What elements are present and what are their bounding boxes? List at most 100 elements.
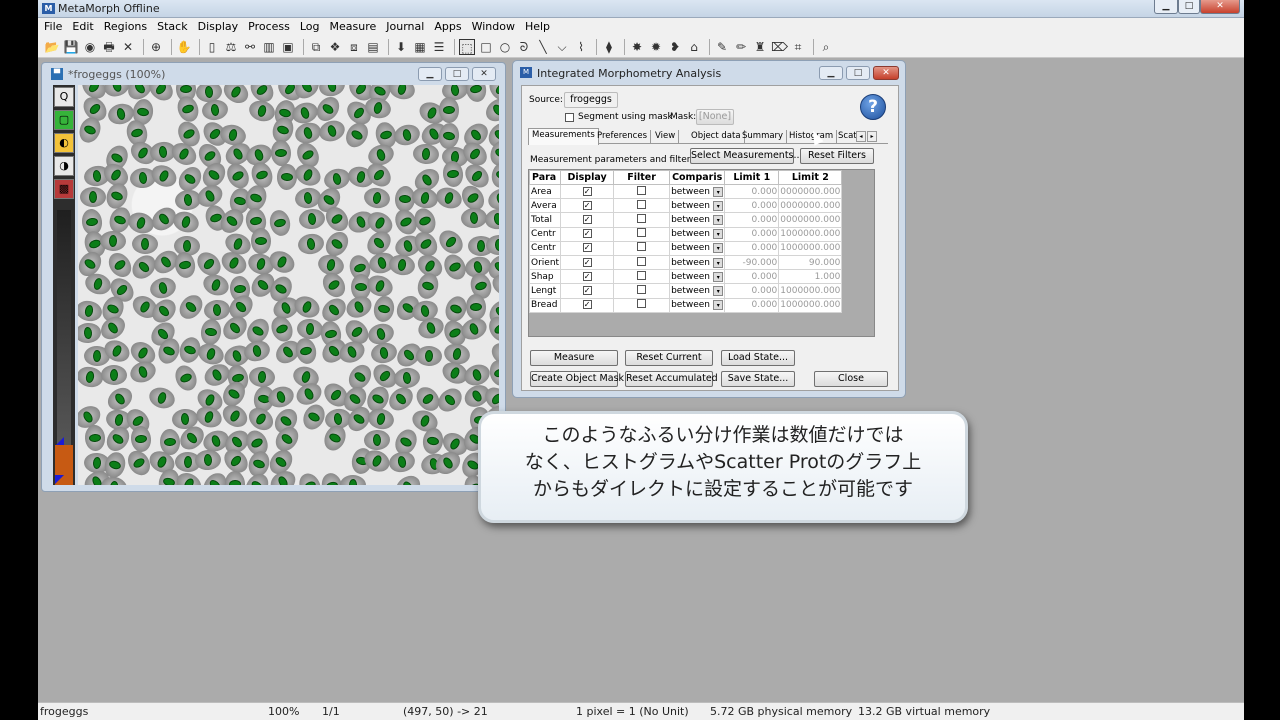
chevron-down-icon[interactable]: ▾ <box>713 300 724 311</box>
display-checkbox[interactable]: ✓ <box>582 214 592 224</box>
display-cell[interactable]: ✓ <box>560 269 615 285</box>
polyline-icon[interactable]: ⌵ <box>554 39 570 55</box>
menu-journal[interactable]: Journal <box>381 18 429 35</box>
dialog-maximize-button[interactable]: □ <box>846 66 870 80</box>
filter-checkbox[interactable] <box>637 228 647 238</box>
select-measurements-button[interactable]: Select Measurements... <box>690 148 803 164</box>
comparison-cell[interactable]: between ▾ <box>669 183 726 200</box>
filter-checkbox[interactable] <box>637 284 647 294</box>
display-icon[interactable]: ▣ <box>280 39 296 55</box>
tab-scroll-right-icon[interactable]: ▸ <box>867 131 877 142</box>
chevron-down-icon[interactable]: ▾ <box>713 243 724 254</box>
zoom-tool-icon[interactable]: Q <box>54 87 74 107</box>
table-row[interactable]: Centr ✓ between ▾ 0.000 1000000.000 <box>528 226 843 242</box>
filter-checkbox[interactable] <box>637 270 647 280</box>
reset-current-button[interactable]: Reset Current <box>625 350 713 366</box>
close-icon[interactable]: ✕ <box>120 39 136 55</box>
tab-measurements[interactable]: Measurements <box>528 128 599 145</box>
comparison-cell[interactable]: between ▾ <box>669 198 726 214</box>
menu-edit[interactable]: Edit <box>67 18 98 35</box>
binoculars-icon[interactable]: ⚯ <box>242 39 258 55</box>
display-checkbox[interactable]: ✓ <box>582 300 592 310</box>
image-maximize-button[interactable]: □ <box>445 67 469 81</box>
limit1-cell[interactable]: 0.000 <box>724 283 780 299</box>
chevron-down-icon[interactable]: ▾ <box>713 200 724 211</box>
limit2-cell[interactable]: 0000000.000 <box>778 183 843 200</box>
limit2-cell[interactable]: 1000000.000 <box>778 240 843 256</box>
minimize-button[interactable]: ▁ <box>1154 0 1178 14</box>
display-checkbox[interactable]: ✓ <box>582 257 592 267</box>
comparison-cell[interactable]: between ▾ <box>669 226 726 242</box>
stack-edit-icon[interactable]: ⌂ <box>686 39 702 55</box>
chevron-down-icon[interactable]: ▾ <box>713 186 724 197</box>
menu-process[interactable]: Process <box>243 18 295 35</box>
display-checkbox[interactable]: ✓ <box>582 271 592 281</box>
menu-window[interactable]: Window <box>467 18 520 35</box>
grid-icon[interactable]: ▤ <box>365 39 381 55</box>
comparison-cell[interactable]: between ▾ <box>669 212 726 228</box>
filter-cell[interactable] <box>613 269 671 285</box>
filter-checkbox[interactable] <box>637 213 647 223</box>
trace-icon[interactable]: ⌇ <box>573 39 589 55</box>
dialog-minimize-button[interactable]: ▁ <box>819 66 843 80</box>
chevron-down-icon[interactable]: ▾ <box>713 214 724 225</box>
filter-checkbox[interactable] <box>637 242 647 252</box>
ellipse-icon[interactable]: ○ <box>497 39 513 55</box>
mask-select[interactable]: [None] <box>696 109 734 125</box>
multi-region-icon[interactable]: ⧈ <box>346 39 362 55</box>
stamp-icon[interactable]: ✹ <box>648 39 664 55</box>
maximize-button[interactable]: □ <box>1178 0 1200 14</box>
menu-measure[interactable]: Measure <box>325 18 382 35</box>
save-icon[interactable]: 💾 <box>63 39 79 55</box>
filter-checkbox[interactable] <box>637 256 647 266</box>
color-wheel-icon[interactable]: ◐ <box>54 133 74 153</box>
overlay-icon[interactable]: ⧫ <box>601 39 617 55</box>
pin-icon[interactable]: ❥ <box>667 39 683 55</box>
limit2-cell[interactable]: 1000000.000 <box>778 283 843 299</box>
segment-mask-checkbox[interactable] <box>565 113 574 122</box>
target-icon[interactable]: ⊕ <box>148 39 164 55</box>
limit1-cell[interactable]: 0.000 <box>724 212 780 228</box>
pencil-icon[interactable]: ✏ <box>733 39 749 55</box>
chevron-down-icon[interactable]: ▾ <box>713 285 724 296</box>
line-icon[interactable]: ╲ <box>535 39 551 55</box>
marker-icon[interactable]: ✸ <box>629 39 645 55</box>
comparison-cell[interactable]: between ▾ <box>669 254 726 271</box>
list-icon[interactable]: ☰ <box>431 39 447 55</box>
help-icon[interactable]: ? <box>860 94 886 120</box>
filter-cell[interactable] <box>613 212 671 228</box>
comparison-cell[interactable]: between ▾ <box>669 297 726 313</box>
limit2-cell[interactable]: 1.000 <box>778 269 843 285</box>
histogram-icon[interactable]: ▥ <box>261 39 277 55</box>
zoom-region-icon[interactable]: ⌕ <box>818 39 834 55</box>
limit1-cell[interactable]: 0.000 <box>724 198 780 214</box>
create-object-mask-button[interactable]: Create Object Mask <box>530 371 624 387</box>
table-row[interactable]: Lengt ✓ between ▾ 0.000 1000000.000 <box>528 283 843 299</box>
display-checkbox[interactable]: ✓ <box>582 285 592 295</box>
display-checkbox[interactable]: ✓ <box>582 186 592 196</box>
limit1-cell[interactable]: -90.000 <box>724 254 780 271</box>
limit1-cell[interactable]: 0.000 <box>724 183 780 200</box>
table-row[interactable]: Total ✓ between ▾ 0.000 0000000.000 <box>528 212 843 228</box>
filter-checkbox[interactable] <box>637 185 647 195</box>
display-cell[interactable]: ✓ <box>560 283 615 299</box>
filter-cell[interactable] <box>613 283 671 299</box>
limit2-cell[interactable]: 0000000.000 <box>778 212 843 228</box>
display-cell[interactable]: ✓ <box>560 212 615 228</box>
eraser-icon[interactable]: ⌦ <box>771 39 788 55</box>
limit2-cell[interactable]: 90.000 <box>778 254 843 271</box>
table-row[interactable]: Area ✓ between ▾ 0.000 0000000.000 <box>528 183 843 200</box>
menu-apps[interactable]: Apps <box>429 18 466 35</box>
color-icon[interactable]: ◉ <box>82 39 98 55</box>
tab-preferences[interactable]: Preferences <box>594 130 651 144</box>
filter-cell[interactable] <box>613 240 671 256</box>
menu-stack[interactable]: Stack <box>152 18 192 35</box>
table-row[interactable]: Avera ✓ between ▾ 0.000 0000000.000 <box>528 198 843 214</box>
filter-cell[interactable] <box>613 297 671 313</box>
menu-file[interactable]: File <box>38 18 67 35</box>
tab-view[interactable]: View <box>652 130 680 144</box>
display-checkbox[interactable]: ✓ <box>582 229 592 239</box>
display-cell[interactable]: ✓ <box>560 183 615 200</box>
table-row[interactable]: Bread ✓ between ▾ 0.000 1000000.000 <box>528 297 843 313</box>
limit1-cell[interactable]: 0.000 <box>724 297 780 313</box>
